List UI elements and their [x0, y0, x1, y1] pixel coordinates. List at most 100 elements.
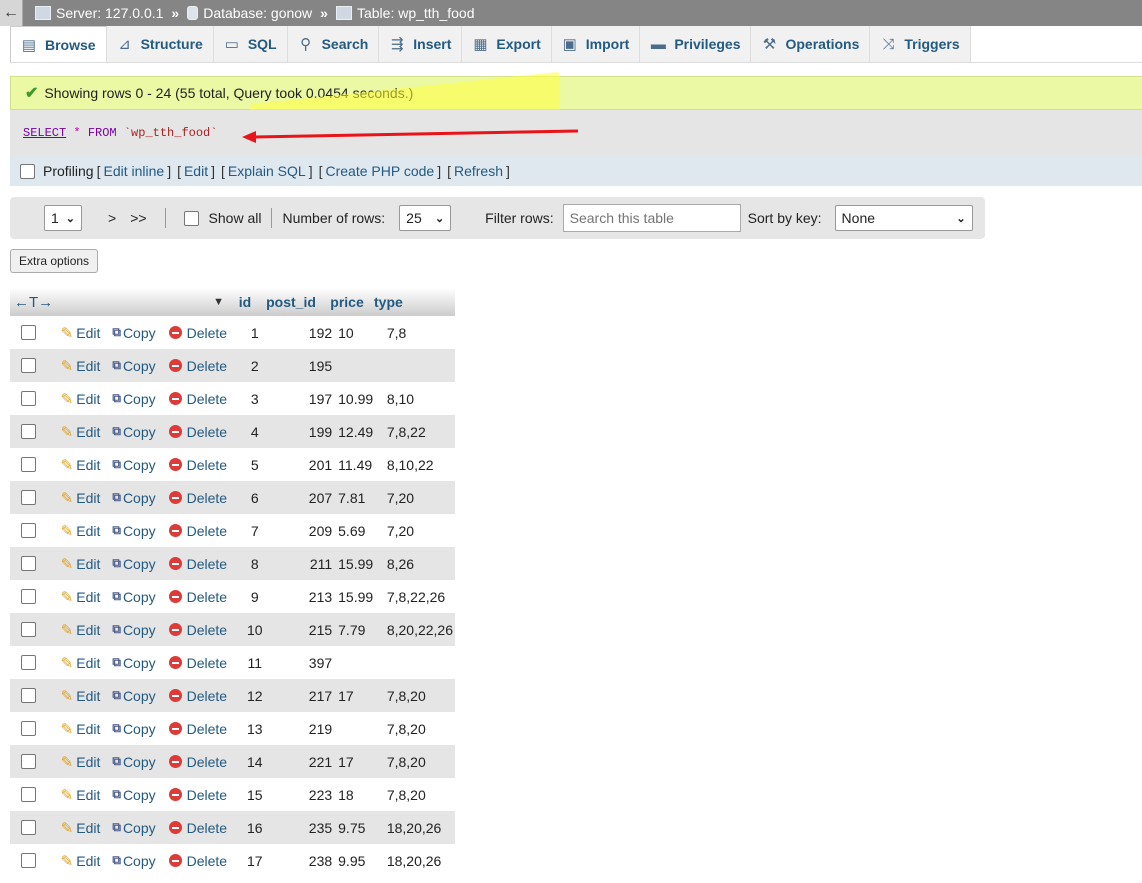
cell-post-id[interactable]: 197: [285, 391, 338, 407]
edit-button[interactable]: ✎ Edit: [61, 687, 101, 705]
cell-id[interactable]: 14: [242, 754, 267, 770]
cell-price[interactable]: 17: [338, 688, 387, 704]
cell-price[interactable]: 11.49: [338, 457, 387, 473]
delete-button[interactable]: Delete: [168, 556, 227, 572]
cell-price[interactable]: 18: [338, 787, 387, 803]
edit-button[interactable]: ✎ Edit: [61, 654, 101, 672]
cell-type[interactable]: 7,8,20: [387, 787, 455, 803]
delete-button[interactable]: Delete: [168, 358, 227, 374]
edit-button[interactable]: ✎ Edit: [61, 390, 101, 408]
cell-type[interactable]: 8,10,22: [387, 457, 455, 473]
cell-price[interactable]: 5.69: [338, 523, 387, 539]
cell-price[interactable]: 9.95: [338, 853, 387, 869]
last-page-button[interactable]: >>: [130, 210, 146, 226]
delete-button[interactable]: Delete: [168, 391, 227, 407]
breadcrumb-database[interactable]: Database: gonow: [203, 5, 312, 21]
row-checkbox[interactable]: [21, 457, 36, 472]
extra-options-button[interactable]: Extra options: [10, 249, 99, 273]
create-php-code-link[interactable]: Create PHP code: [325, 163, 434, 179]
cell-post-id[interactable]: 217: [285, 688, 338, 704]
cell-type[interactable]: 7,8,20: [387, 688, 455, 704]
row-checkbox[interactable]: [21, 688, 36, 703]
edit-inline-link[interactable]: Edit inline: [103, 163, 164, 179]
copy-button[interactable]: ⧉ Copy: [112, 787, 155, 803]
column-header-id[interactable]: id: [232, 294, 258, 310]
sort-triangle-icon[interactable]: ▼: [213, 296, 224, 308]
copy-button[interactable]: ⧉ Copy: [112, 391, 155, 407]
edit-button[interactable]: ✎ Edit: [61, 522, 101, 540]
cell-id[interactable]: 6: [242, 490, 267, 506]
cell-post-id[interactable]: 201: [285, 457, 338, 473]
edit-button[interactable]: ✎ Edit: [61, 753, 101, 771]
tab-search[interactable]: ⚲ Search: [287, 26, 380, 62]
cell-id[interactable]: 9: [242, 589, 267, 605]
tab-import[interactable]: ▣ Import: [551, 26, 641, 62]
cell-post-id[interactable]: 219: [285, 721, 338, 737]
edit-button[interactable]: ✎ Edit: [61, 489, 101, 507]
cell-id[interactable]: 10: [242, 622, 267, 638]
copy-button[interactable]: ⧉ Copy: [112, 523, 155, 539]
back-arrow-icon[interactable]: ←: [0, 0, 23, 26]
cell-post-id[interactable]: 211: [285, 556, 338, 572]
edit-button[interactable]: ✎ Edit: [61, 357, 101, 375]
cell-price[interactable]: 15.99: [338, 589, 387, 605]
cell-post-id[interactable]: 221: [285, 754, 338, 770]
row-checkbox[interactable]: [21, 853, 36, 868]
cell-id[interactable]: 5: [242, 457, 267, 473]
row-checkbox[interactable]: [21, 490, 36, 505]
cell-id[interactable]: 16: [242, 820, 267, 836]
row-checkbox[interactable]: [21, 754, 36, 769]
cell-id[interactable]: 4: [242, 424, 267, 440]
cell-post-id[interactable]: 238: [285, 853, 338, 869]
tab-browse[interactable]: ▤ Browse: [10, 26, 107, 62]
edit-button[interactable]: ✎ Edit: [61, 786, 101, 804]
number-of-rows-select[interactable]: 25 ⌄: [399, 205, 452, 231]
row-checkbox[interactable]: [21, 589, 36, 604]
sql-select-keyword[interactable]: SELECT: [23, 126, 66, 140]
cell-price[interactable]: 10: [338, 325, 387, 341]
copy-button[interactable]: ⧉ Copy: [112, 424, 155, 440]
delete-button[interactable]: Delete: [168, 424, 227, 440]
cell-id[interactable]: 1: [242, 325, 267, 341]
sort-by-key-select[interactable]: None ⌄: [834, 205, 973, 231]
copy-button[interactable]: ⧉ Copy: [112, 325, 155, 341]
edit-button[interactable]: ✎ Edit: [61, 324, 101, 342]
cell-post-id[interactable]: 215: [285, 622, 338, 638]
cell-price[interactable]: 17: [338, 754, 387, 770]
edit-button[interactable]: ✎ Edit: [61, 720, 101, 738]
tab-privileges[interactable]: ▬ Privileges: [640, 26, 752, 62]
cell-type[interactable]: 7,8,22,26: [387, 589, 455, 605]
copy-button[interactable]: ⧉ Copy: [112, 820, 155, 836]
cell-price[interactable]: 7.79: [338, 622, 387, 638]
cell-id[interactable]: 2: [242, 358, 267, 374]
delete-button[interactable]: Delete: [168, 721, 227, 737]
copy-button[interactable]: ⧉ Copy: [112, 556, 155, 572]
delete-button[interactable]: Delete: [168, 622, 227, 638]
delete-button[interactable]: Delete: [168, 820, 227, 836]
cell-post-id[interactable]: 195: [285, 358, 338, 374]
column-header-post-id[interactable]: post_id: [258, 294, 324, 310]
cell-type[interactable]: 7,8,20: [387, 721, 455, 737]
edit-button[interactable]: ✎ Edit: [61, 555, 101, 573]
row-checkbox[interactable]: [21, 556, 36, 571]
cell-post-id[interactable]: 207: [285, 490, 338, 506]
copy-button[interactable]: ⧉ Copy: [112, 721, 155, 737]
row-checkbox[interactable]: [21, 622, 36, 637]
cell-price[interactable]: 12.49: [338, 424, 387, 440]
cell-id[interactable]: 7: [242, 523, 267, 539]
cell-type[interactable]: 8,20,22,26: [387, 622, 455, 638]
row-checkbox[interactable]: [21, 820, 36, 835]
edit-button[interactable]: ✎ Edit: [61, 588, 101, 606]
cell-id[interactable]: 13: [242, 721, 267, 737]
edit-button[interactable]: ✎ Edit: [61, 456, 101, 474]
cell-id[interactable]: 8: [242, 556, 267, 572]
tab-insert[interactable]: ⇶ Insert: [379, 26, 463, 62]
show-all-checkbox[interactable]: [183, 210, 199, 226]
delete-button[interactable]: Delete: [168, 688, 227, 704]
delete-button[interactable]: Delete: [168, 787, 227, 803]
tab-structure[interactable]: ⊿ Structure: [106, 26, 214, 62]
breadcrumb-server[interactable]: Server: 127.0.0.1: [56, 5, 163, 21]
copy-button[interactable]: ⧉ Copy: [112, 655, 155, 671]
next-page-button[interactable]: >: [108, 210, 116, 226]
edit-button[interactable]: ✎ Edit: [61, 423, 101, 441]
